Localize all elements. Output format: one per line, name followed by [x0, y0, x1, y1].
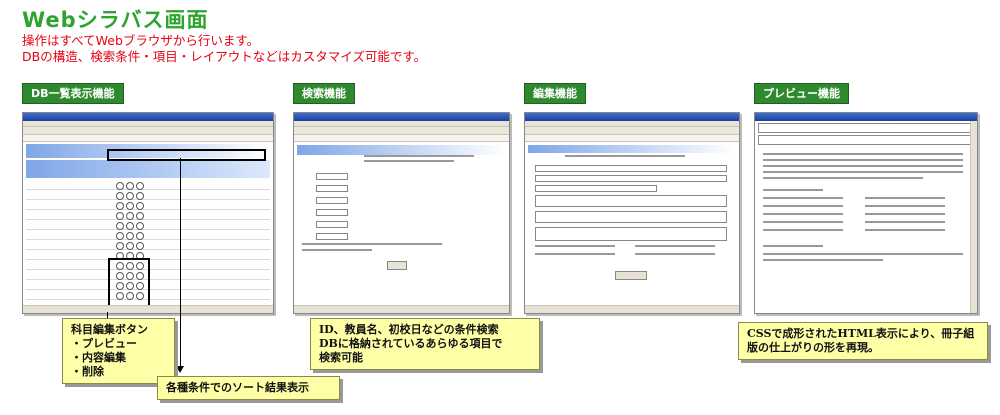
callout-sort-result: 各種条件でのソート結果表示 — [157, 376, 340, 400]
subtitle-line-2: DBの構造、検索条件・項目・レイアウトなどはカスタマイズ可能です。 — [22, 49, 427, 64]
section-label-search: 検索機能 — [293, 83, 355, 104]
callout-search-desc: ID、教員名、初校日などの条件検索 DBに格納されているあらゆる項目で 検索可能 — [310, 318, 540, 370]
section-label-preview: プレビュー機能 — [754, 83, 849, 104]
preview-screenshot — [754, 112, 978, 314]
subtitle-line-1: 操作はすべてWebブラウザから行います。 — [22, 33, 260, 48]
section-label-list: DB一覧表示機能 — [22, 83, 124, 104]
edit-screenshot — [524, 112, 740, 314]
connector-sort — [180, 158, 181, 368]
page-title: Webシラバス画面 — [22, 8, 209, 32]
callout-preview-desc: CSSで成形されたHTML表示により、冊子組 版の仕上がりの形を再現。 — [738, 322, 988, 360]
search-screenshot — [293, 112, 510, 314]
list-screenshot — [22, 112, 274, 314]
arrow-head-icon — [176, 366, 184, 373]
section-label-edit: 編集機能 — [524, 83, 586, 104]
callout-edit-buttons: 科目編集ボタン ・プレビュー ・内容編集 ・削除 — [62, 318, 175, 384]
